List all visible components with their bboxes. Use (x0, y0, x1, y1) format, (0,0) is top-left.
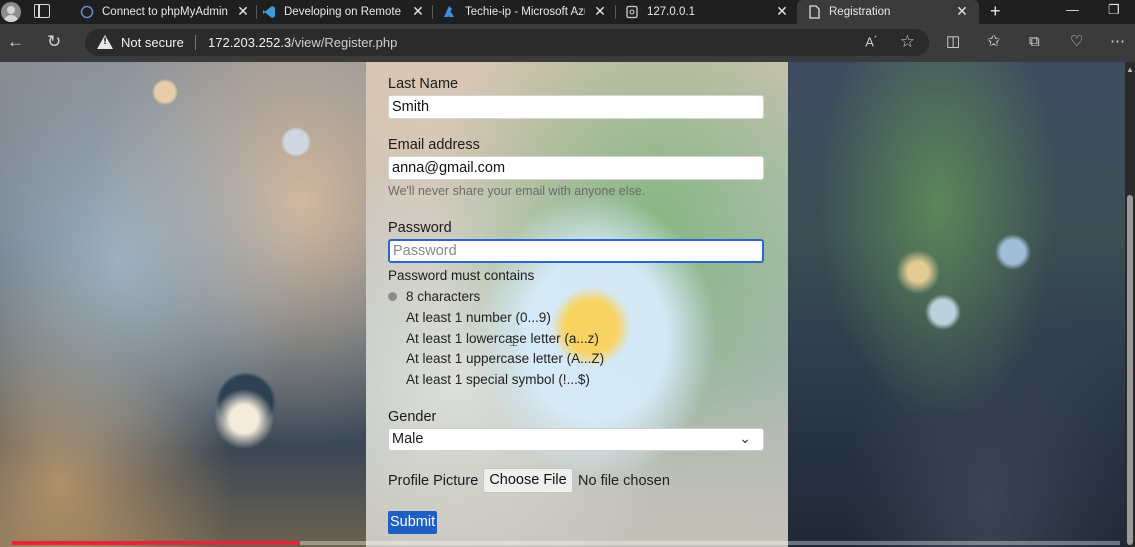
tab-label: Connect to phpMyAdmin (102, 6, 228, 18)
security-status[interactable]: Not secure (121, 35, 184, 50)
password-input[interactable] (388, 239, 764, 263)
url-path: /view/Register.php (291, 35, 398, 50)
tab-strip: Connect to phpMyAdmin ✕ Developing on Re… (0, 0, 1135, 24)
azure-icon (444, 6, 454, 17)
address-divider (195, 35, 196, 50)
tab-azure[interactable]: Techie-ip - Microsoft Azure ✕ (443, 0, 607, 24)
close-tab-icon[interactable]: ✕ (593, 4, 607, 18)
email-label: Email address (388, 137, 480, 153)
rule-text: At least 1 special symbol (!...$) (406, 372, 590, 387)
mouse-cursor-icon: ⌶ (509, 332, 519, 350)
close-tab-icon[interactable]: ✕ (236, 4, 250, 18)
bullet-icon (388, 334, 397, 343)
choose-file-button[interactable]: Choose File (483, 468, 573, 493)
password-rule: At least 1 special symbol (!...$) (388, 372, 590, 387)
bullet-icon (388, 313, 397, 322)
gender-select[interactable]: Male ⌄ (388, 428, 764, 451)
tab-vscode[interactable]: Developing on Remote Machines ✕ (262, 0, 425, 24)
rule-text: 8 characters (406, 289, 481, 304)
page-viewport: Last Name Email address We'll never shar… (0, 62, 1135, 547)
back-arrow-icon[interactable]: ← (7, 33, 24, 51)
page-scrollbar[interactable]: ▲ (1125, 62, 1135, 547)
new-tab-icon[interactable]: + (990, 1, 1001, 22)
url-host: 172.203.252.3 (208, 35, 292, 50)
warning-icon (97, 35, 113, 49)
video-progress-fill (12, 541, 301, 545)
tab-label: Developing on Remote Machines (284, 6, 402, 18)
registration-form: Last Name Email address We'll never shar… (366, 62, 788, 547)
address-bar[interactable]: Not secure 172.203.252.3/view/Register.p… (85, 29, 929, 56)
password-rule: At least 1 lowercase letter (a...z) (388, 331, 599, 346)
submit-button[interactable]: Submit (388, 511, 438, 534)
background-image-right (788, 62, 1125, 547)
tab-registration[interactable]: Registration ✕ (797, 0, 979, 24)
tab-phpmyadmin[interactable]: Connect to phpMyAdmin ✕ (80, 0, 250, 24)
profile-avatar[interactable] (1, 2, 21, 22)
close-tab-icon[interactable]: ✕ (955, 4, 969, 18)
close-tab-icon[interactable]: ✕ (775, 4, 789, 18)
password-label: Password (388, 220, 452, 236)
page-icon (626, 5, 638, 19)
password-rule: At least 1 uppercase letter (A...Z) (388, 351, 604, 366)
more-options-icon[interactable]: ⋯ (1110, 33, 1125, 51)
tab-label: Registration (829, 6, 891, 18)
extensions-icon[interactable]: ♡ (1070, 33, 1083, 51)
bullet-icon (388, 354, 397, 363)
rule-text: At least 1 lowercase letter (a...z) (406, 331, 599, 346)
document-icon (809, 5, 820, 19)
read-aloud-icon[interactable]: Aᐩ (865, 34, 877, 49)
restore-icon[interactable]: ❐ (1108, 2, 1120, 18)
phpmyadmin-icon (80, 5, 94, 19)
password-rule: 8 characters (388, 289, 480, 304)
favorites-icon[interactable]: ✩ (987, 33, 1000, 51)
last-name-input[interactable] (388, 95, 764, 119)
email-input[interactable] (388, 156, 764, 180)
bullet-icon (388, 292, 397, 301)
no-file-status: No file chosen (578, 473, 670, 489)
chevron-down-icon: ⌄ (739, 430, 751, 446)
scroll-up-icon[interactable]: ▲ (1126, 65, 1134, 74)
rule-text: At least 1 uppercase letter (A...Z) (406, 351, 605, 366)
gender-selected-value: Male (392, 431, 424, 447)
favorite-star-icon[interactable]: ☆ (900, 32, 915, 52)
vscode-icon (263, 6, 275, 18)
collections-icon[interactable]: ⧉ (1029, 33, 1040, 51)
password-rules-title: Password must contains (388, 268, 535, 283)
background-image-left (0, 62, 366, 547)
tab-divider (615, 5, 616, 19)
tab-label: 127.0.0.1 (647, 6, 695, 18)
url-text[interactable]: 172.203.252.3/view/Register.php (208, 35, 397, 50)
tab-label: Techie-ip - Microsoft Azure (465, 6, 585, 18)
video-progress-bar[interactable] (12, 541, 1120, 545)
bullet-icon (388, 375, 397, 384)
minimize-icon[interactable]: — (1066, 2, 1079, 17)
tab-localhost[interactable]: 127.0.0.1 ✕ (625, 0, 789, 24)
tab-actions-icon[interactable] (34, 4, 50, 18)
close-tab-icon[interactable]: ✕ (411, 4, 425, 18)
profile-picture-label: Profile Picture (388, 473, 479, 489)
last-name-label: Last Name (388, 76, 459, 92)
refresh-icon[interactable]: ↻ (47, 33, 61, 51)
password-rule: At least 1 number (0...9) (388, 310, 551, 325)
email-help-text: We'll never share your email with anyone… (388, 184, 646, 198)
rule-text: At least 1 number (0...9) (406, 310, 551, 325)
browser-toolbar: ← ↻ Not secure 172.203.252.3/view/Regist… (0, 24, 1135, 62)
gender-label: Gender (388, 409, 437, 425)
split-screen-icon[interactable]: ◫ (946, 33, 960, 51)
tab-divider (256, 5, 257, 19)
tab-divider (432, 5, 433, 19)
scrollbar-thumb[interactable] (1127, 195, 1133, 545)
